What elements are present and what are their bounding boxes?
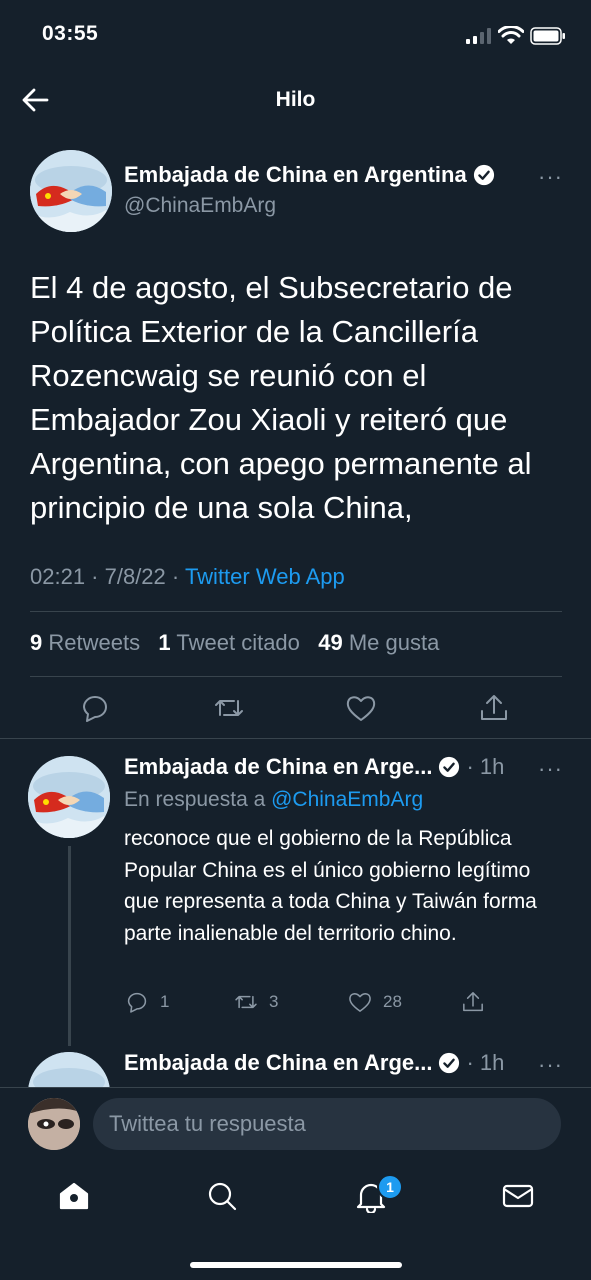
- share-icon: [463, 992, 483, 1012]
- reply-author-avatar[interactable]: [28, 756, 110, 838]
- reply-retweet-button[interactable]: 3: [233, 989, 278, 1015]
- reply-input[interactable]: Twittea tu respuesta: [93, 1098, 561, 1150]
- tweet-text: El 4 de agosto, el Subsecretario de Polí…: [30, 270, 532, 525]
- reply-to-handle[interactable]: @ChinaEmbArg: [271, 788, 423, 811]
- reply-to-prefix: En respuesta a: [124, 788, 272, 811]
- retweets-label[interactable]: Retweets: [42, 630, 140, 655]
- retweets-count[interactable]: 9: [30, 630, 42, 655]
- reply-author-name[interactable]: Embajada de China en Arge... · 1h: [124, 754, 504, 780]
- reply-likes-count: 28: [383, 992, 402, 1011]
- more-options-icon[interactable]: ···: [538, 1052, 563, 1078]
- home-icon: [59, 1182, 89, 1210]
- reply-icon: [127, 992, 147, 1013]
- tweet-timestamp: 02:21 · 7/8/22 ·: [30, 564, 185, 589]
- next-timestamp: · 1h: [466, 1050, 505, 1075]
- share-button[interactable]: [477, 691, 511, 725]
- battery-icon: [530, 27, 565, 45]
- tweet-source-link[interactable]: Twitter Web App: [185, 564, 345, 589]
- page-title: Hilo: [275, 88, 316, 111]
- status-time: 03:55: [42, 22, 99, 45]
- verified-badge-icon: [473, 164, 494, 186]
- likes-count[interactable]: 49: [318, 630, 342, 655]
- author-name-text: Embajada de China en Argentina: [124, 162, 467, 187]
- signal-icon: [466, 28, 491, 44]
- retweet-icon: [215, 700, 243, 716]
- tab-home[interactable]: [57, 1179, 91, 1213]
- divider: [30, 611, 562, 612]
- divider: [0, 1087, 591, 1088]
- quotes-label[interactable]: Tweet citado: [171, 630, 300, 655]
- thread-line: [68, 846, 71, 1046]
- verified-badge-icon: [439, 756, 460, 778]
- reply-timestamp: · 1h: [466, 754, 505, 779]
- user-avatar[interactable]: [28, 1098, 80, 1150]
- heart-icon: [349, 993, 371, 1012]
- next-author-name[interactable]: Embajada de China en Arge... · 1h: [124, 1050, 504, 1076]
- verified-badge-icon: [439, 1052, 460, 1074]
- more-options-icon[interactable]: ···: [538, 164, 563, 190]
- reply-to-line: En respuesta a @ChinaEmbArg: [124, 788, 423, 812]
- tweet-meta: 02:21 · 7/8/22 · Twitter Web App: [30, 564, 345, 590]
- author-name[interactable]: Embajada de China en Argentina: [124, 162, 495, 188]
- reply-tweet-text: reconoce que el gobierno de la República…: [124, 827, 537, 945]
- wifi-icon: [498, 26, 524, 44]
- reply-author-name-text: Embajada de China en Arge...: [124, 754, 433, 779]
- notifications-badge: 1: [377, 1174, 403, 1200]
- like-button[interactable]: [344, 691, 378, 725]
- reply-like-button[interactable]: 28: [347, 989, 402, 1015]
- likes-label[interactable]: Me gusta: [343, 630, 440, 655]
- divider: [30, 676, 562, 677]
- home-indicator: [190, 1262, 402, 1268]
- more-options-icon[interactable]: ···: [538, 756, 563, 782]
- author-handle[interactable]: @ChinaEmbArg: [124, 194, 276, 218]
- mail-icon: [502, 1184, 534, 1208]
- author-avatar[interactable]: [30, 150, 112, 232]
- share-icon: [481, 695, 507, 720]
- next-author-name-text: Embajada de China en Arge...: [124, 1050, 433, 1075]
- tweet-stats: 9 Retweets 1 Tweet citado 49 Me gusta: [30, 630, 439, 656]
- reply-retweets-count: 3: [269, 992, 279, 1011]
- divider: [0, 738, 591, 739]
- retweet-button[interactable]: [212, 691, 246, 725]
- reply-icon: [83, 696, 107, 722]
- retweet-icon: [235, 995, 257, 1009]
- reply-button[interactable]: [78, 691, 112, 725]
- reply-share-button[interactable]: [460, 989, 486, 1015]
- reply-replies-count: 1: [160, 992, 170, 1011]
- tab-search[interactable]: [205, 1179, 239, 1213]
- search-icon: [208, 1182, 237, 1211]
- quotes-count[interactable]: 1: [158, 630, 170, 655]
- tab-messages[interactable]: [501, 1179, 535, 1213]
- reply-reply-button[interactable]: 1: [124, 989, 169, 1015]
- heart-icon: [346, 696, 376, 721]
